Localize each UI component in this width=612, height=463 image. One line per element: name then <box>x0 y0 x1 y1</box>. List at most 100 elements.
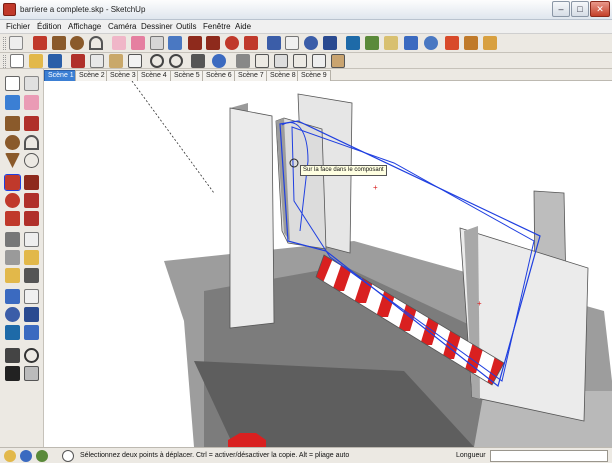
3d-text-icon[interactable] <box>24 268 39 283</box>
sketchup-app-icon[interactable] <box>3 3 16 16</box>
follow-me-icon[interactable] <box>244 36 258 50</box>
tab-scene-9[interactable]: Scène 9 <box>297 70 331 81</box>
next-view-icon[interactable] <box>384 36 398 50</box>
text-icon[interactable] <box>24 250 39 265</box>
follow-me-icon[interactable] <box>24 193 39 208</box>
line-icon[interactable] <box>24 116 39 131</box>
offset-icon[interactable] <box>24 211 39 226</box>
tape-measure-icon[interactable] <box>150 36 164 50</box>
maximize-button[interactable]: □ <box>571 1 589 17</box>
menu-dessiner[interactable]: Dessiner <box>141 22 173 31</box>
menu-aide[interactable]: Aide <box>235 22 251 31</box>
push-pull-icon[interactable] <box>24 175 39 190</box>
help-status-icon[interactable] <box>62 450 74 462</box>
left-view-icon[interactable] <box>331 54 345 68</box>
circle-icon[interactable] <box>5 135 20 150</box>
select-icon[interactable] <box>5 76 20 91</box>
menu-fichier[interactable]: Fichier <box>6 22 30 31</box>
freehand-icon[interactable] <box>24 153 39 168</box>
scale-icon[interactable] <box>5 211 20 226</box>
orbit-icon[interactable] <box>5 289 20 304</box>
credits-status-icon[interactable] <box>20 450 32 462</box>
paint-bucket-icon[interactable] <box>168 36 182 50</box>
menu-edition[interactable]: Édition <box>37 22 61 31</box>
move-icon[interactable] <box>206 36 220 50</box>
walk-icon[interactable] <box>5 366 20 381</box>
tab-scene-6[interactable]: Scène 6 <box>202 70 236 81</box>
zoom-window-icon[interactable] <box>24 307 39 322</box>
rectangle-icon[interactable] <box>52 36 66 50</box>
tab-scene-2[interactable]: Scène 2 <box>75 70 109 81</box>
menu-outils[interactable]: Outils <box>176 22 196 31</box>
position-camera-icon[interactable] <box>404 36 418 50</box>
erase-selection-icon[interactable] <box>128 54 142 68</box>
polygon-icon[interactable] <box>5 153 20 168</box>
orbit-icon[interactable] <box>267 36 281 50</box>
previous-view-icon[interactable] <box>24 325 39 340</box>
tab-scene-5[interactable]: Scène 5 <box>170 70 204 81</box>
geo-location-status-icon[interactable] <box>4 450 16 462</box>
top-view-icon[interactable] <box>255 54 269 68</box>
close-button[interactable]: ✕ <box>590 1 610 17</box>
previous-view-icon[interactable] <box>365 36 379 50</box>
menu-camera[interactable]: Caméra <box>108 22 136 31</box>
rectangle-icon[interactable] <box>5 116 20 131</box>
circle-icon[interactable] <box>70 36 84 50</box>
paste-icon[interactable] <box>109 54 123 68</box>
user-status-icon[interactable] <box>36 450 48 462</box>
make-component-icon[interactable] <box>112 36 126 50</box>
tab-scene-4[interactable]: Scène 4 <box>137 70 171 81</box>
section-plane-icon[interactable] <box>24 366 39 381</box>
axes-icon[interactable] <box>5 268 20 283</box>
eraser-icon[interactable] <box>131 36 145 50</box>
toolbar-grip[interactable] <box>3 37 6 50</box>
model-viewport[interactable]: + + Sur la face dans le composant <box>44 81 612 447</box>
menu-fenetre[interactable]: Fenêtre <box>203 22 231 31</box>
save-icon[interactable] <box>48 54 62 68</box>
tab-scene-8[interactable]: Scène 8 <box>266 70 300 81</box>
undo-icon[interactable] <box>150 54 164 68</box>
model-scene[interactable]: + + <box>44 81 612 447</box>
new-file-icon[interactable] <box>10 54 24 68</box>
zoom-extents-icon[interactable] <box>346 36 360 50</box>
tab-scene-7[interactable]: Scène 7 <box>234 70 268 81</box>
back-view-icon[interactable] <box>312 54 326 68</box>
toolbar-grip[interactable] <box>3 55 6 68</box>
get-models-icon[interactable] <box>483 36 497 50</box>
geo-location-icon[interactable] <box>424 36 438 50</box>
move-icon[interactable] <box>4 174 21 191</box>
zoom-window-icon[interactable] <box>323 36 337 50</box>
eraser-icon[interactable] <box>24 95 39 110</box>
front-view-icon[interactable] <box>274 54 288 68</box>
open-folder-icon[interactable] <box>29 54 43 68</box>
tab-scene-3[interactable]: Scène 3 <box>106 70 140 81</box>
3d-warehouse-icon[interactable] <box>445 36 459 50</box>
right-view-icon[interactable] <box>293 54 307 68</box>
rotate-icon[interactable] <box>225 36 239 50</box>
redo-icon[interactable] <box>169 54 183 68</box>
protractor-icon[interactable] <box>5 250 20 265</box>
rotate-icon[interactable] <box>5 193 20 208</box>
dimension-icon[interactable] <box>24 232 39 247</box>
select-arrow-icon[interactable] <box>9 36 23 50</box>
pan-icon[interactable] <box>24 289 39 304</box>
print-icon[interactable] <box>191 54 205 68</box>
zoom-extents-icon[interactable] <box>5 325 20 340</box>
arc-icon[interactable] <box>89 36 103 50</box>
copy-icon[interactable] <box>90 54 104 68</box>
measurements-input[interactable] <box>490 450 608 462</box>
position-camera-icon[interactable] <box>5 348 20 363</box>
push-pull-icon[interactable] <box>188 36 202 50</box>
paint-bucket-icon[interactable] <box>5 95 20 110</box>
tape-measure-icon[interactable] <box>5 232 20 247</box>
menu-affichage[interactable]: Affichage <box>68 22 101 31</box>
cut-icon[interactable] <box>71 54 85 68</box>
iso-view-icon[interactable] <box>236 54 250 68</box>
minimize-button[interactable]: – <box>552 1 570 17</box>
share-model-icon[interactable] <box>464 36 478 50</box>
zoom-icon[interactable] <box>304 36 318 50</box>
make-component-icon[interactable] <box>24 76 39 91</box>
look-around-icon[interactable] <box>24 348 39 363</box>
tab-scene-1[interactable]: Scène 1 <box>44 70 78 81</box>
model-info-icon[interactable] <box>212 54 226 68</box>
